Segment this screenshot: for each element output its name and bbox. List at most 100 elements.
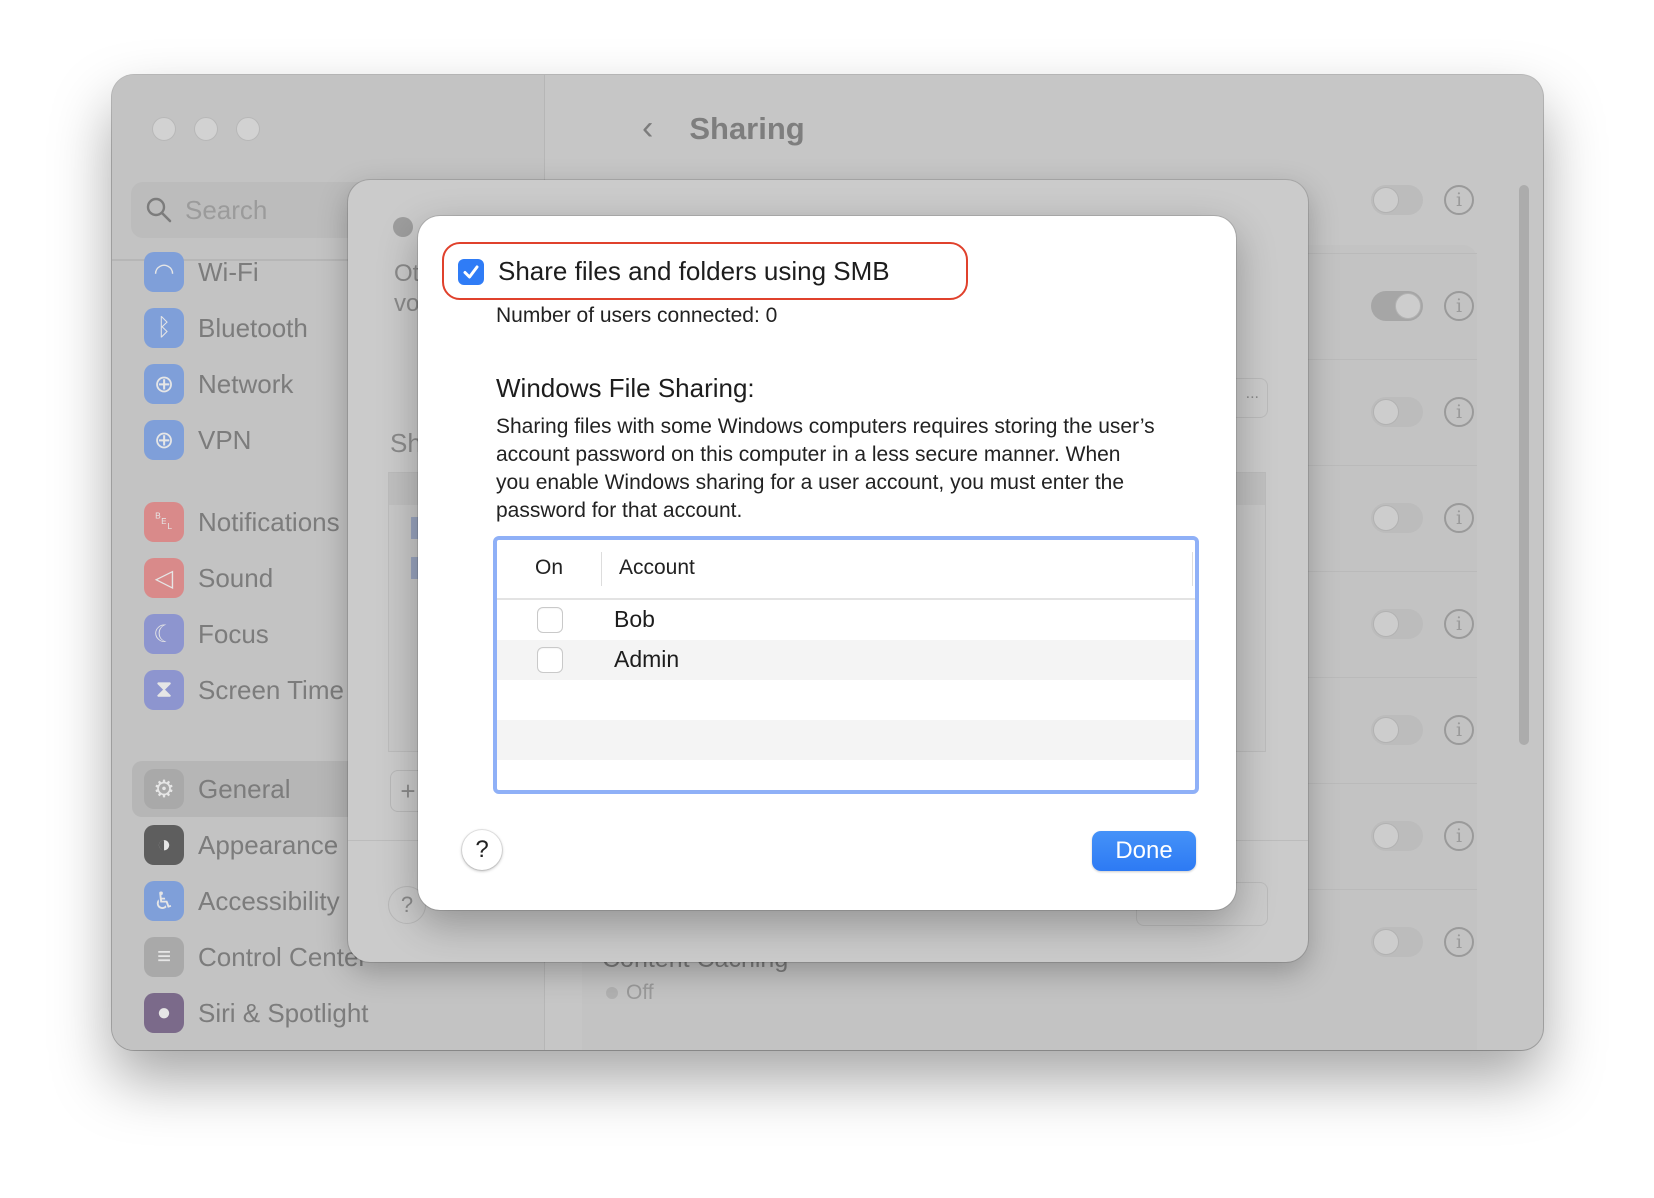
sidebar-item-label: Wi-Fi (198, 256, 259, 287)
bell-icon: ␇ (144, 502, 184, 542)
window-controls (152, 117, 260, 141)
sidebar-item-siri-spotlight[interactable]: ● Siri & Spotlight (144, 988, 369, 1038)
checkmark-icon (463, 265, 479, 278)
sidebar-item-control-center[interactable]: ≡ Control Center (144, 932, 367, 982)
smb-checkbox[interactable] (458, 258, 484, 285)
help-button[interactable]: ? (462, 830, 502, 870)
sidebar-item-label: Sound (198, 562, 274, 593)
info-icon[interactable]: i (1444, 397, 1474, 427)
account-name: Admin (614, 646, 680, 672)
windows-file-sharing-heading: Windows File Sharing: (496, 373, 755, 403)
accounts-table[interactable]: On Account Bob Admin (493, 536, 1199, 794)
info-icon[interactable]: i (1444, 291, 1474, 321)
appearance-icon: ◑ (144, 825, 184, 865)
column-header-on[interactable]: On (535, 556, 563, 580)
smb-checkbox-row[interactable]: Share files and folders using SMB (458, 256, 890, 287)
status-dot-icon (393, 217, 413, 237)
toggle-knob (1373, 505, 1399, 531)
vpn-globe-icon: ⊕ (144, 420, 184, 460)
sidebar-item-screen-time[interactable]: ⧗ Screen Time (144, 665, 344, 715)
info-icon[interactable]: i (1444, 927, 1474, 957)
sidebar-item-accessibility[interactable]: ♿ Accessibility (144, 876, 340, 926)
sidebar-item-label: Siri & Spotlight (198, 997, 369, 1028)
info-icon[interactable]: i (1444, 715, 1474, 745)
sidebar-item-label: VPN (198, 424, 252, 455)
bluetooth-icon: ᛒ (144, 308, 184, 348)
speaker-icon: ◁ (144, 558, 184, 598)
info-icon[interactable]: i (1444, 609, 1474, 639)
info-icon[interactable]: i (1444, 503, 1474, 533)
moon-icon: ☾ (144, 614, 184, 654)
smb-checkbox-label: Share files and folders using SMB (498, 256, 890, 286)
toggle-knob (1395, 293, 1421, 319)
sidebar-item-wi-fi[interactable]: ◠ Wi-Fi (144, 247, 259, 297)
search-placeholder: Search (185, 194, 268, 225)
siri-icon: ● (144, 993, 184, 1033)
sidebar-item-label: Bluetooth (198, 312, 308, 343)
toggle-knob (1373, 823, 1399, 849)
empty-row (497, 680, 1195, 720)
sidebar-item-label: Network (198, 368, 294, 399)
sidebar-item-label: Notifications (198, 506, 340, 537)
sidebar-item-label: Appearance (198, 829, 339, 860)
account-enable-checkbox[interactable] (537, 647, 563, 673)
table-row[interactable]: Bob (497, 600, 1195, 640)
sidebar-item-focus[interactable]: ☾ Focus (144, 609, 269, 659)
page-header: ‹ Sharing (642, 109, 805, 148)
toggle-knob (1373, 717, 1399, 743)
partial-text: Ot (394, 260, 420, 287)
sidebar-item-vpn[interactable]: ⊕ VPN (144, 415, 251, 465)
hourglass-icon: ⧗ (144, 670, 184, 710)
service-toggle[interactable] (1371, 397, 1423, 427)
toggle-knob (1373, 611, 1399, 637)
service-toggle[interactable] (1371, 821, 1423, 851)
toggle-knob (1373, 929, 1399, 955)
search-icon (146, 197, 172, 223)
column-divider (601, 552, 602, 586)
info-icon[interactable]: i (1444, 821, 1474, 851)
sidebar-item-label: Screen Time (198, 674, 344, 705)
sidebar-item-general[interactable]: ⚙ General (144, 764, 291, 814)
empty-row (497, 720, 1195, 760)
control-center-icon: ≡ (144, 937, 184, 977)
sidebar-item-label: Control Center (198, 941, 368, 972)
content-caching-status-text: Off (626, 981, 654, 1004)
smb-options-dialog: Share files and folders using SMB Number… (418, 216, 1236, 910)
sidebar-item-sound[interactable]: ◁ Sound (144, 553, 273, 603)
service-toggle[interactable] (1371, 927, 1423, 957)
page-title: Sharing (689, 110, 805, 146)
wifi-icon: ◠ (144, 252, 184, 292)
toggle-knob (1373, 399, 1399, 425)
account-name: Bob (614, 606, 655, 632)
toggle-knob (1373, 187, 1399, 213)
table-row[interactable]: Admin (497, 640, 1195, 680)
sidebar-item-network[interactable]: ⊕ Network (144, 359, 293, 409)
info-icon[interactable]: i (1444, 185, 1474, 215)
gear-icon: ⚙ (144, 769, 184, 809)
sidebar-item-notifications[interactable]: ␇ Notifications (144, 497, 340, 547)
service-toggle[interactable] (1371, 609, 1423, 639)
partial-text: vo (394, 290, 420, 317)
sidebar-item-label: Focus (198, 618, 269, 649)
status-dot-icon (606, 987, 618, 999)
content-caching-status: Off (606, 981, 654, 1005)
minimize-window-button[interactable] (194, 117, 218, 141)
sidebar-item-appearance[interactable]: ◑ Appearance (144, 820, 338, 870)
zoom-window-button[interactable] (236, 117, 260, 141)
users-connected-text: Number of users connected: 0 (496, 304, 778, 327)
service-toggle[interactable] (1371, 185, 1423, 215)
service-toggle[interactable] (1371, 291, 1423, 321)
scrollbar[interactable] (1519, 185, 1529, 745)
done-button[interactable]: Done (1092, 831, 1196, 871)
globe-icon: ⊕ (144, 364, 184, 404)
service-toggle[interactable] (1371, 715, 1423, 745)
account-enable-checkbox[interactable] (537, 607, 563, 633)
windows-file-sharing-description: Sharing files with some Windows computer… (496, 415, 1155, 522)
column-header-account[interactable]: Account (619, 556, 695, 580)
column-divider (1192, 552, 1193, 586)
close-window-button[interactable] (152, 117, 176, 141)
back-chevron-icon[interactable]: ‹ (642, 109, 653, 148)
sidebar-item-bluetooth[interactable]: ᛒ Bluetooth (144, 303, 308, 353)
sidebar-item-label: Accessibility (198, 885, 340, 916)
service-toggle[interactable] (1371, 503, 1423, 533)
